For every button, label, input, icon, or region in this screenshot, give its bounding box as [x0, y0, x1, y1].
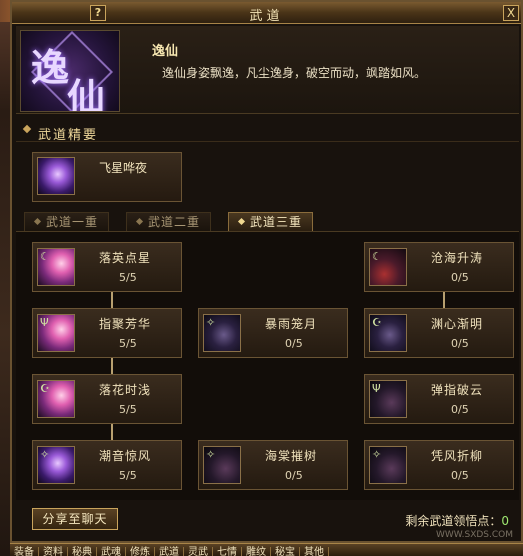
- style-header: 逸 仙 逸仙 逸仙身姿飘逸，凡尘逸身，破空而动，飒踏如风。: [16, 26, 519, 114]
- bottom-tab[interactable]: 秘宝: [271, 547, 300, 556]
- pink-petal-icon: ☪: [37, 380, 75, 418]
- skill-card-left-3[interactable]: ☪ 落花时浅 5/5: [32, 374, 182, 424]
- essence-skill-card[interactable]: 飞星哗夜: [32, 152, 182, 202]
- skill-level: 5/5: [119, 403, 137, 416]
- skill-glyph: ✧: [206, 316, 216, 329]
- bottom-tab[interactable]: 灵武: [184, 547, 213, 556]
- skill-glyph: ☾: [40, 250, 50, 263]
- skill-card-left-4[interactable]: ✧ 潮音惊风 5/5: [32, 440, 182, 490]
- skill-name: 沧海升涛: [431, 251, 484, 265]
- skill-connector: [443, 292, 445, 308]
- skill-card-left-1[interactable]: ☾ 落英点星 5/5: [32, 242, 182, 292]
- skill-name: 潮音惊风: [99, 449, 152, 463]
- pink-palm-icon: Ψ: [37, 314, 75, 352]
- skill-name: 暴雨笼月: [265, 317, 318, 331]
- remaining-points: 剩余武道领悟点：0: [405, 512, 509, 529]
- tab-label: 武道一重: [46, 215, 99, 229]
- skill-card-middle-1[interactable]: ✧ 暴雨笼月 0/5: [198, 308, 348, 358]
- tab-tier-1[interactable]: 武道一重: [24, 212, 110, 232]
- bottom-tab[interactable]: 其他: [300, 547, 329, 556]
- skill-card-right-2[interactable]: ☪ 渊心渐明 0/5: [364, 308, 514, 358]
- tab-tier-3[interactable]: 武道三重: [228, 212, 314, 232]
- pink-flame-icon: ☾: [37, 248, 75, 286]
- bottom-tab[interactable]: 装备: [10, 547, 39, 556]
- skill-level: 0/5: [451, 403, 469, 416]
- red-wave-icon: ☾: [369, 248, 407, 286]
- skill-level: 0/5: [451, 469, 469, 482]
- skill-level: 5/5: [119, 469, 137, 482]
- dark-cloud-icon: Ψ: [369, 380, 407, 418]
- essence-skill-name: 飞星哗夜: [99, 161, 148, 175]
- bottom-tab[interactable]: 资料: [39, 547, 68, 556]
- skill-glyph: Ψ: [40, 316, 49, 329]
- close-button[interactable]: X: [503, 5, 519, 21]
- skill-level: 0/5: [451, 271, 469, 284]
- dark-rain-icon: ✧: [203, 314, 241, 352]
- skill-glyph: ✧: [206, 448, 216, 461]
- style-emblem-icon: 逸 仙: [20, 30, 120, 112]
- bottom-tab[interactable]: 秘典: [68, 547, 97, 556]
- skill-level: 5/5: [119, 337, 137, 350]
- bottom-tab[interactable]: 修炼: [126, 547, 155, 556]
- skill-card-right-4[interactable]: ✧ 凭风折柳 0/5: [364, 440, 514, 490]
- bottom-tab[interactable]: 武魂: [97, 547, 126, 556]
- tier-tabs: 武道一重 武道二重 武道三重: [18, 212, 518, 232]
- skill-card-right-1[interactable]: ☾ 沧海升涛 0/5: [364, 242, 514, 292]
- tab-label: 武道二重: [148, 215, 201, 229]
- skill-name: 落英点星: [99, 251, 152, 265]
- tab-diamond-icon: [135, 217, 144, 226]
- window-title: 武道: [249, 9, 284, 24]
- tab-label: 武道三重: [250, 215, 303, 229]
- bottom-tab[interactable]: 武道: [155, 547, 184, 556]
- skill-name: 指聚芳华: [99, 317, 152, 331]
- diamond-bullet-icon: [22, 124, 32, 134]
- remaining-points-value: 0: [501, 514, 509, 528]
- essence-section-title: 武道精要: [38, 128, 99, 143]
- skill-name: 凭风折柳: [431, 449, 484, 463]
- martial-way-window: ? 武道 X 逸 仙 逸仙 逸仙身姿飘逸，凡尘逸身，破空而动，飒踏如风。 武道精…: [10, 0, 523, 543]
- style-description: 逸仙身姿飘逸，凡尘逸身，破空而动，飒踏如风。: [162, 66, 427, 80]
- bottom-tab[interactable]: 雕纹: [242, 547, 271, 556]
- dark-heart-icon: ☪: [369, 314, 407, 352]
- skill-connector: [111, 424, 113, 440]
- skill-card-left-2[interactable]: Ψ 指聚芳华 5/5: [32, 308, 182, 358]
- skill-level: 0/5: [285, 469, 303, 482]
- skill-name: 弹指破云: [431, 383, 484, 397]
- essence-section-header: 武道精要: [16, 122, 519, 143]
- emblem-char-1: 逸: [31, 45, 70, 90]
- skill-level: 0/5: [451, 337, 469, 350]
- share-to-chat-button[interactable]: 分享至聊天: [32, 508, 118, 530]
- skill-card-middle-2[interactable]: ✧ 海棠摧树 0/5: [198, 440, 348, 490]
- tab-tier-2[interactable]: 武道二重: [126, 212, 212, 232]
- skill-glyph: ☪: [372, 316, 382, 329]
- skill-grid-panel: ☾ 落英点星 5/5 Ψ 指聚芳华 5/5 ☪ 落花时浅 5/5 ✧ 潮音惊风 …: [16, 232, 519, 500]
- remaining-points-label: 剩余武道领悟点：: [405, 514, 502, 528]
- skill-glyph: ✧: [40, 448, 50, 461]
- skill-level: 0/5: [285, 337, 303, 350]
- emblem-char-2: 仙: [67, 75, 106, 112]
- skill-name: 渊心渐明: [431, 317, 484, 331]
- bottom-tab[interactable]: 七情: [213, 547, 242, 556]
- violet-dash-icon: [37, 157, 75, 195]
- bottom-tab-bar: 装备 资料 秘典 武魂 修炼 武道 灵武 七情 雕纹 秘宝 其他: [10, 543, 523, 556]
- skill-level: 5/5: [119, 271, 137, 284]
- violet-wave-icon: ✧: [37, 446, 75, 484]
- skill-name: 落花时浅: [99, 383, 152, 397]
- skill-glyph: ☪: [40, 382, 50, 395]
- skill-glyph: Ψ: [372, 382, 381, 395]
- skill-glyph: ☾: [372, 250, 382, 263]
- title-bar[interactable]: ? 武道 X: [12, 2, 521, 24]
- dark-willow-icon: ✧: [369, 446, 407, 484]
- tab-diamond-icon: [237, 217, 246, 226]
- skill-name: 海棠摧树: [265, 449, 318, 463]
- style-name: 逸仙: [152, 44, 179, 59]
- skill-connector: [111, 358, 113, 374]
- tab-diamond-icon: [33, 217, 42, 226]
- site-watermark: WWW.SXDS.COM: [435, 530, 513, 540]
- skill-connector: [111, 292, 113, 308]
- skill-card-right-3[interactable]: Ψ 弹指破云 0/5: [364, 374, 514, 424]
- skill-glyph: ✧: [372, 448, 382, 461]
- dark-tree-icon: ✧: [203, 446, 241, 484]
